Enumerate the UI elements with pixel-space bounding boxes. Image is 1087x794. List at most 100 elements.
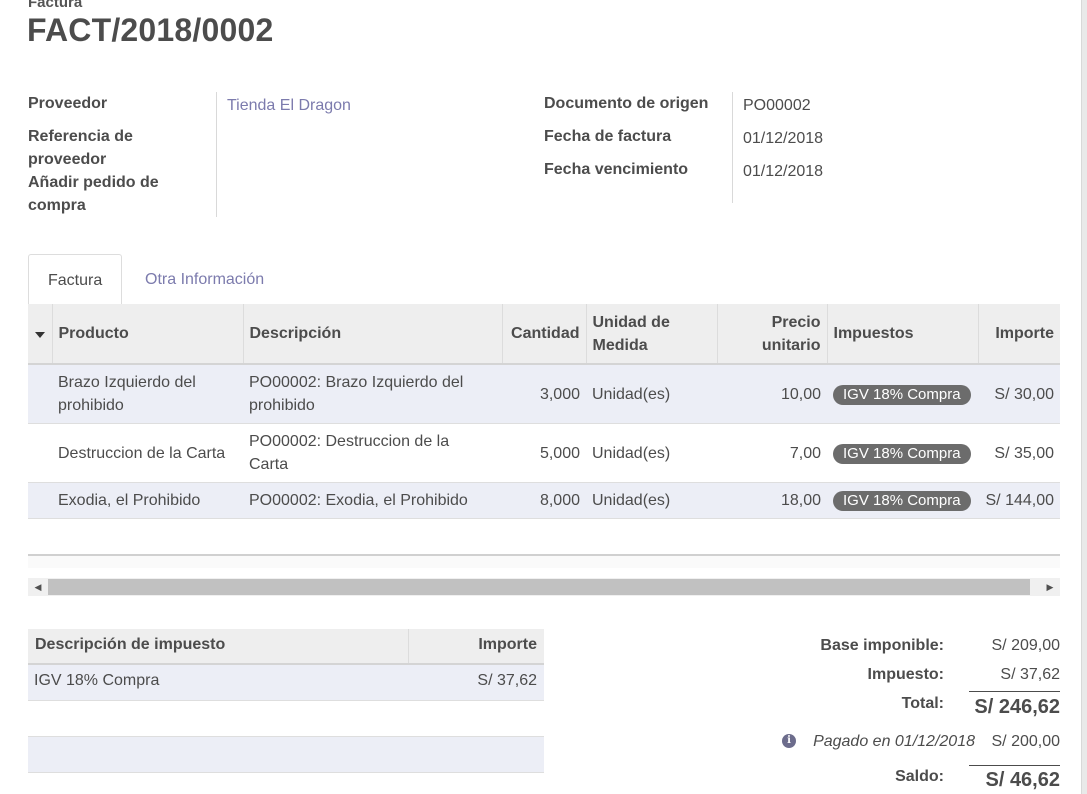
cell-descripcion: PO00002: Exodia, el Prohibido — [243, 482, 502, 519]
empty-row — [28, 737, 544, 773]
total-rule — [969, 691, 1060, 692]
invoice-lines-table: Producto Descripción Cantidad Unidad de M… — [28, 304, 1060, 520]
documento-origen-value: PO00002 — [743, 97, 811, 114]
impuesto-value: S/ 37,62 — [1000, 666, 1060, 683]
descripcion-line1: PO00002: Destruccion de la — [249, 433, 450, 450]
fecha-factura-value: 01/12/2018 — [743, 130, 824, 147]
invoice-form: Factura FACT/2018/0002 Proveedor Referen… — [0, 0, 1087, 794]
fecha-vencimiento-value: 01/12/2018 — [743, 163, 824, 180]
tab-otra-informacion[interactable]: Otra Información — [126, 254, 283, 305]
caret-down-icon[interactable] — [35, 332, 45, 338]
total-label: Total: — [901, 695, 944, 712]
cell-producto: Brazo Izquierdo del prohibido — [52, 364, 243, 424]
cell-impuestos: IGV 18% Compra — [827, 482, 978, 519]
descripcion-line1: PO00002: Brazo Izquierdo del — [249, 374, 464, 391]
proveedor-label: Proveedor — [28, 95, 108, 112]
table-row[interactable]: Exodia, el Prohibido PO00002: Exodia, el… — [28, 482, 1060, 519]
row-handle — [28, 423, 52, 483]
column-unidad-line1: Unidad de — [592, 313, 670, 331]
column-descripcion[interactable]: Descripción — [243, 304, 503, 365]
document-type-label: Factura — [28, 0, 83, 11]
left-field-divider — [216, 92, 217, 217]
tax-summary-table: Descripción de impuesto Importe IGV 18% … — [28, 629, 544, 773]
saldo-label: Saldo: — [895, 768, 944, 785]
cell-precio: 7,00 — [717, 423, 827, 483]
table-row[interactable]: Brazo Izquierdo del prohibido PO00002: Br… — [28, 364, 1060, 424]
table-row[interactable]: IGV 18% Compra S/ 37,62 — [28, 665, 544, 701]
fecha-factura-label: Fecha de factura — [544, 128, 672, 145]
referencia-label-line2: proveedor — [28, 151, 107, 168]
cell-cantidad: 8,000 — [502, 482, 586, 519]
base-imponible-label: Base imponible: — [820, 637, 944, 654]
producto-line1: Brazo Izquierdo del — [58, 374, 196, 391]
cell-precio: 18,00 — [717, 482, 827, 519]
tax-column-descripcion: Descripción de impuesto — [35, 636, 226, 653]
sort-column-header[interactable] — [28, 304, 53, 365]
tax-column-importe: Importe — [478, 636, 537, 653]
anadir-pedido-label-line1: Añadir pedido de — [28, 174, 159, 191]
tax-row-importe: S/ 37,62 — [477, 672, 537, 689]
cell-importe: S/ 144,00 — [978, 482, 1060, 519]
empty-row — [28, 701, 544, 737]
table-footer-space — [28, 556, 1060, 568]
cell-descripcion: PO00002: Destruccion de la Carta — [243, 423, 502, 483]
tax-badge: IGV 18% Compra — [833, 491, 971, 511]
column-unidad-medida[interactable]: Unidad de Medida — [586, 304, 718, 365]
table-header-row: Producto Descripción Cantidad Unidad de M… — [28, 304, 1060, 365]
cell-cantidad: 3,000 — [502, 364, 586, 424]
pagado-label: Pagado en 01/12/2018 — [813, 733, 975, 750]
descripcion-line2: Carta — [249, 456, 289, 473]
tax-header-separator — [408, 629, 409, 663]
pagado-value: S/ 200,00 — [991, 733, 1061, 750]
base-imponible-value: S/ 209,00 — [991, 637, 1061, 654]
row-handle — [28, 482, 52, 519]
column-precio-unitario[interactable]: Precio unitario — [717, 304, 828, 365]
cell-unidad: Unidad(es) — [586, 364, 717, 424]
tax-badge: IGV 18% Compra — [833, 443, 971, 464]
cell-precio: 10,00 — [717, 364, 827, 424]
column-precio-line1: Precio — [771, 313, 821, 331]
anadir-pedido-label-line2: compra — [28, 197, 86, 214]
right-field-divider — [732, 92, 733, 203]
tax-table-header: Descripción de impuesto Importe — [28, 629, 544, 665]
cell-unidad: Unidad(es) — [586, 482, 717, 519]
row-handle — [28, 364, 52, 424]
saldo-value: S/ 46,62 — [985, 769, 1060, 791]
table-row[interactable]: Destruccion de la Carta PO00002: Destruc… — [28, 423, 1060, 483]
arrow-left-icon[interactable]: ◀ — [29, 578, 47, 596]
column-impuestos[interactable]: Impuestos — [827, 304, 979, 365]
invoice-number-title: FACT/2018/0002 — [27, 12, 274, 48]
column-cantidad[interactable]: Cantidad — [502, 304, 587, 365]
horizontal-scrollbar[interactable]: ◀ ▶ — [28, 578, 1060, 596]
cell-importe: S/ 35,00 — [978, 423, 1060, 483]
arrow-right-icon[interactable]: ▶ — [1041, 578, 1059, 596]
column-importe[interactable]: Importe — [978, 304, 1060, 365]
cell-unidad: Unidad(es) — [586, 423, 717, 483]
cell-impuestos: IGV 18% Compra — [827, 364, 978, 424]
column-unidad-line2: Medida — [592, 336, 648, 354]
tax-row-descripcion: IGV 18% Compra — [34, 672, 160, 689]
impuesto-label: Impuesto: — [867, 666, 944, 683]
producto-line2: prohibido — [58, 397, 124, 414]
page-scroll-edge — [1081, 0, 1087, 794]
cell-producto: Destruccion de la Carta — [52, 423, 243, 483]
cell-descripcion: PO00002: Brazo Izquierdo del prohibido — [243, 364, 502, 424]
descripcion-line2: prohibido — [249, 397, 315, 414]
cell-producto: Exodia, el Prohibido — [52, 482, 243, 519]
column-producto[interactable]: Producto — [52, 304, 244, 365]
scrollbar-thumb[interactable] — [48, 579, 1030, 595]
info-icon[interactable]: i — [782, 734, 796, 748]
cell-cantidad: 5,000 — [502, 423, 586, 483]
tab-factura[interactable]: Factura — [28, 254, 123, 306]
saldo-rule — [969, 765, 1060, 766]
proveedor-link[interactable]: Tienda El Dragon — [227, 94, 351, 117]
tax-badge: IGV 18% Compra — [833, 384, 971, 405]
cell-importe: S/ 30,00 — [978, 364, 1060, 424]
notebook-tabs: Factura Otra Información — [28, 254, 1060, 306]
referencia-label-line1: Referencia de — [28, 128, 133, 145]
cell-impuestos: IGV 18% Compra — [827, 423, 978, 483]
documento-origen-label: Documento de origen — [544, 95, 709, 112]
total-value: S/ 246,62 — [974, 696, 1060, 718]
fecha-vencimiento-label: Fecha vencimiento — [544, 161, 689, 178]
column-precio-line2: unitario — [761, 336, 821, 354]
